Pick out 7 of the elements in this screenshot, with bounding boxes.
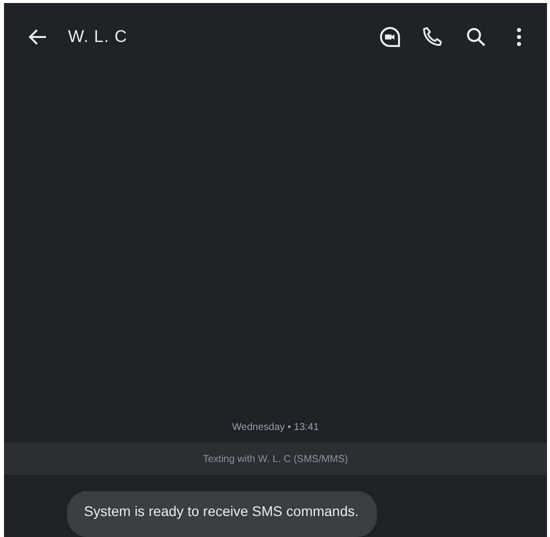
banner-text: Texting with W. L. C (SMS/MMS)	[202, 454, 348, 464]
timestamp: Wednesday • 13:41	[232, 422, 319, 433]
video-call-icon[interactable]	[378, 25, 402, 49]
search-icon[interactable]	[464, 25, 488, 49]
message-bubble: System is ready to receive SMS commands.	[67, 491, 377, 537]
contact-name: W. L. C	[68, 27, 128, 47]
phone-icon[interactable]	[421, 25, 445, 49]
